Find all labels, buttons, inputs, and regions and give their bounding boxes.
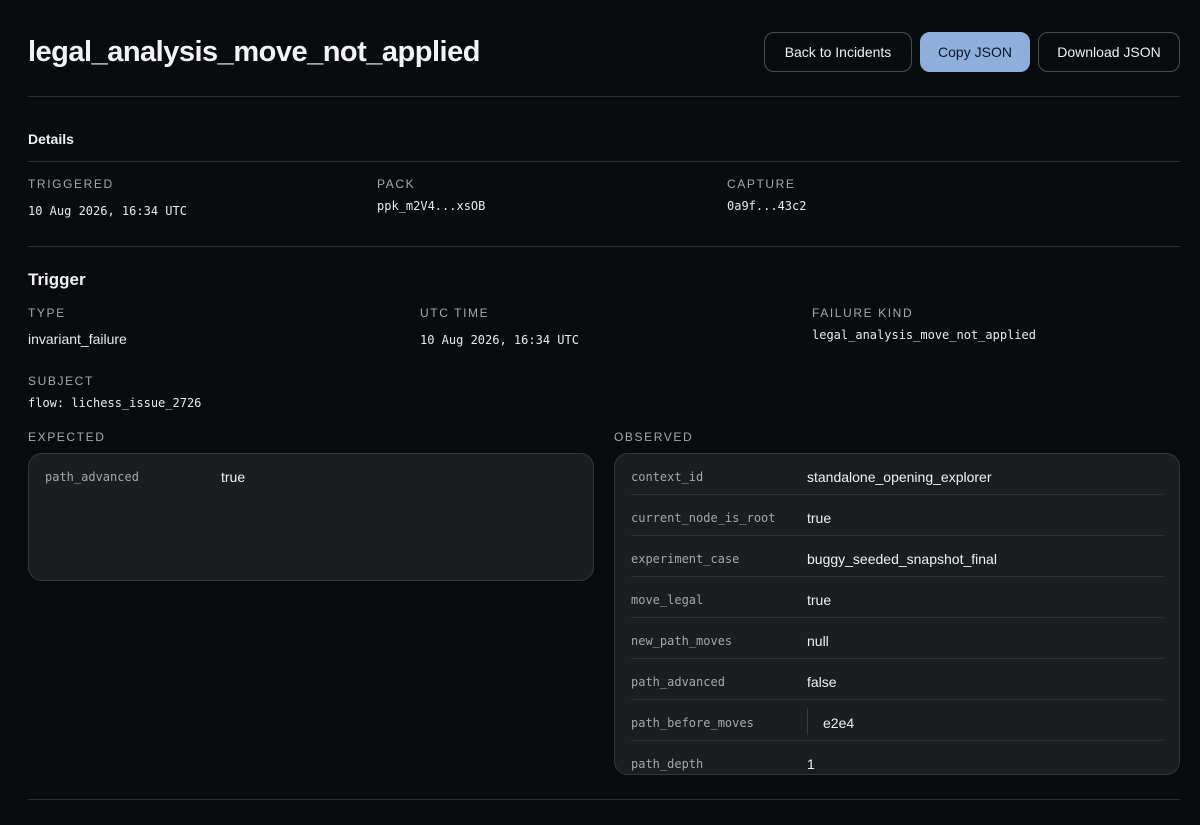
observed-value: standalone_opening_explorer bbox=[807, 469, 992, 485]
observed-label: OBSERVED bbox=[614, 430, 694, 444]
expected-card: path_advanced true bbox=[28, 453, 594, 581]
trigger-heading: Trigger bbox=[28, 270, 86, 289]
utc-time-value: 10 Aug 2026, 16:34 UTC bbox=[420, 333, 579, 347]
incident-detail-page: legal_analysis_move_not_applied Back to … bbox=[0, 0, 1200, 825]
observed-key: move_legal bbox=[631, 593, 704, 607]
observed-key: current_node_is_root bbox=[631, 511, 776, 525]
observed-key: context_id bbox=[631, 470, 704, 484]
observed-row: new_path_moves null bbox=[631, 618, 1163, 659]
details-divider bbox=[28, 161, 1180, 162]
observed-row: path_advanced false bbox=[631, 659, 1163, 700]
trigger-divider bbox=[28, 246, 1180, 247]
header-actions: Back to Incidents Copy JSON Download JSO… bbox=[764, 32, 1180, 72]
observed-row: path_depth 1 bbox=[631, 741, 1163, 774]
type-label: TYPE bbox=[28, 306, 66, 320]
observed-key: path_before_moves bbox=[631, 716, 754, 730]
observed-key: new_path_moves bbox=[631, 634, 733, 648]
expected-row: path_advanced true bbox=[45, 454, 577, 495]
failure-kind-label: FAILURE KIND bbox=[812, 306, 914, 320]
observed-key: experiment_case bbox=[631, 552, 740, 566]
utc-time-label: UTC TIME bbox=[420, 306, 490, 320]
observed-value: null bbox=[807, 633, 829, 649]
expected-key: path_advanced bbox=[45, 470, 139, 484]
subject-label: SUBJECT bbox=[28, 374, 94, 388]
triggered-label: TRIGGERED bbox=[28, 177, 114, 191]
observed-row: current_node_is_root true bbox=[631, 495, 1163, 536]
observed-key: path_depth bbox=[631, 757, 704, 771]
observed-row: move_legal true bbox=[631, 577, 1163, 618]
observed-row: experiment_case buggy_seeded_snapshot_fi… bbox=[631, 536, 1163, 577]
observed-value: 1 bbox=[807, 756, 815, 772]
observed-key: path_advanced bbox=[631, 675, 725, 689]
observed-list-value: e2e4 bbox=[806, 708, 855, 735]
expected-label: EXPECTED bbox=[28, 430, 106, 444]
observed-value: true bbox=[807, 510, 832, 526]
capture-value: 0a9f...43c2 bbox=[727, 199, 807, 213]
type-value: invariant_failure bbox=[28, 331, 127, 347]
capture-label: CAPTURE bbox=[727, 177, 796, 191]
observed-row: context_id standalone_opening_explorer bbox=[631, 454, 1163, 495]
subject-value: flow: lichess_issue_2726 bbox=[28, 396, 202, 410]
download-json-button[interactable]: Download JSON bbox=[1038, 32, 1180, 72]
footer-divider bbox=[28, 799, 1180, 800]
pack-value: ppk_m2V4...xsOB bbox=[377, 199, 486, 213]
observed-value: false bbox=[807, 674, 837, 690]
pack-label: PACK bbox=[377, 177, 416, 191]
failure-kind-value: legal_analysis_move_not_applied bbox=[812, 328, 1036, 342]
observed-value: buggy_seeded_snapshot_final bbox=[807, 551, 997, 567]
observed-card[interactable]: context_id standalone_opening_explorer c… bbox=[614, 453, 1180, 775]
triggered-value: 10 Aug 2026, 16:34 UTC bbox=[28, 204, 187, 218]
expected-value: true bbox=[221, 469, 246, 485]
copy-json-button[interactable]: Copy JSON bbox=[920, 32, 1030, 72]
header-divider bbox=[28, 96, 1180, 97]
back-to-incidents-button[interactable]: Back to Incidents bbox=[764, 32, 912, 72]
observed-value: true bbox=[807, 592, 832, 608]
details-heading: Details bbox=[28, 131, 74, 147]
page-title: legal_analysis_move_not_applied bbox=[28, 35, 480, 68]
page-header: legal_analysis_move_not_applied Back to … bbox=[28, 32, 1180, 72]
observed-row: path_before_moves e2e4 bbox=[631, 700, 1163, 741]
